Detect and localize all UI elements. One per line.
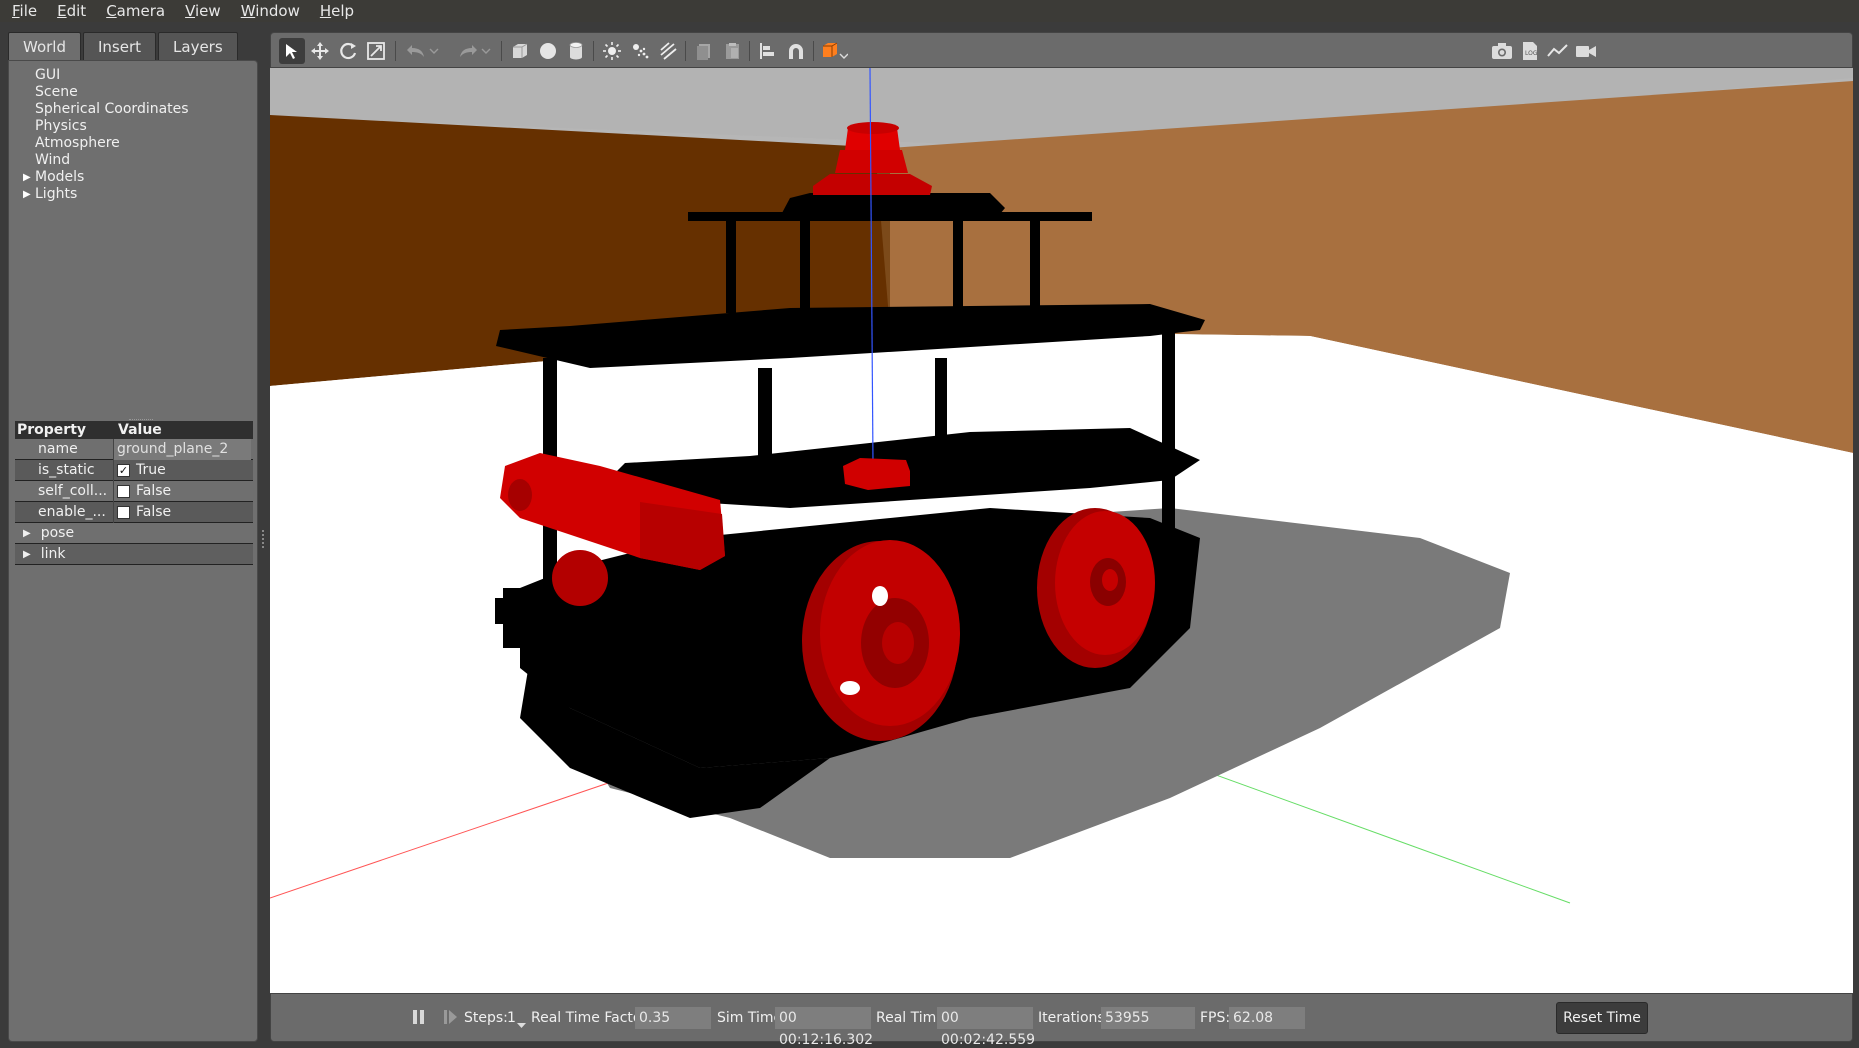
menu-bar: File Edit Camera View Window Help [0, 0, 1859, 22]
property-column-header: Property [17, 422, 87, 438]
tree-item-models[interactable]: ▶ Models [23, 169, 189, 186]
property-row-is-static: is_static ✓ True [15, 459, 253, 481]
translate-icon[interactable] [307, 38, 333, 64]
fps-label: FPS: [1200, 1010, 1231, 1026]
redo-dropdown-icon[interactable] [479, 38, 493, 64]
undo-icon[interactable] [403, 38, 429, 64]
pause-icon[interactable] [412, 1009, 426, 1029]
iterations-label: Iterations: [1038, 1010, 1110, 1026]
tree-item-gui[interactable]: GUI [23, 67, 189, 84]
property-group-pose[interactable]: ▶ pose [15, 523, 253, 544]
undo-dropdown-icon[interactable] [427, 38, 441, 64]
tree-item-scene[interactable]: Scene [23, 84, 189, 101]
rotate-icon[interactable] [335, 38, 361, 64]
toolbar: LOG [270, 32, 1853, 68]
scene-viewport[interactable] [270, 68, 1853, 993]
directional-light-icon[interactable] [655, 38, 681, 64]
tree-item-lights[interactable]: ▶ Lights [23, 186, 189, 203]
menu-help[interactable]: Help [320, 2, 354, 20]
tab-insert[interactable]: Insert [83, 32, 157, 60]
is-static-checkbox[interactable]: ✓ [117, 463, 130, 477]
sphere-icon[interactable] [535, 38, 561, 64]
plot-icon[interactable] [1545, 38, 1571, 64]
tab-world[interactable]: World [8, 32, 81, 60]
spot-light-icon[interactable] [627, 38, 653, 64]
real-time-value: 00 00:02:42.559 [937, 1007, 1035, 1048]
property-row-name: name ground_plane_2 [15, 438, 253, 460]
select-icon[interactable] [279, 38, 305, 64]
property-table: Property Value name ground_plane_2 is_st… [15, 421, 253, 565]
tree-item-atmosphere[interactable]: Atmosphere [23, 135, 189, 152]
point-light-icon[interactable] [599, 38, 625, 64]
property-row-enable-wind: enable_... False [15, 501, 253, 523]
reset-time-button[interactable]: Reset Time [1556, 1002, 1648, 1034]
paste-icon[interactable] [719, 38, 745, 64]
iterations-value: 53955 [1101, 1007, 1195, 1029]
log-icon[interactable]: LOG [1517, 38, 1543, 64]
panel-tabs: World Insert Layers [8, 32, 240, 60]
redo-icon[interactable] [455, 38, 481, 64]
tree-item-spherical-coordinates[interactable]: Spherical Coordinates [23, 101, 189, 118]
view-angle-icon[interactable] [819, 38, 849, 64]
name-field[interactable]: ground_plane_2 [114, 438, 251, 460]
world-tree: GUI Scene Spherical Coordinates Physics … [23, 67, 189, 203]
left-panel: World Insert Layers GUI Scene Spherical … [8, 32, 258, 1042]
snap-icon[interactable] [783, 38, 809, 64]
property-group-link[interactable]: ▶ link [15, 544, 253, 565]
real-time-factor-label: Real Time Factor: [531, 1010, 652, 1026]
cylinder-icon[interactable] [563, 38, 589, 64]
svg-text:LOG: LOG [1525, 50, 1538, 57]
screenshot-icon[interactable] [1489, 38, 1515, 64]
self-collide-checkbox[interactable] [117, 484, 130, 498]
menu-edit[interactable]: Edit [57, 2, 86, 20]
expand-arrow-icon: ▶ [23, 548, 31, 560]
steps-label: Steps: [464, 1010, 508, 1026]
video-icon[interactable] [1573, 38, 1599, 64]
fps-value: 62.08 [1229, 1007, 1305, 1029]
menu-window[interactable]: Window [241, 2, 300, 20]
imu-sensor [843, 458, 910, 490]
panel-resize-grip[interactable] [262, 530, 266, 548]
expand-arrow-icon[interactable]: ▶ [23, 186, 35, 203]
value-column-header: Value [118, 422, 162, 438]
expand-arrow-icon[interactable]: ▶ [23, 169, 35, 186]
simulation-status-bar: Steps: 1 Real Time Factor: 0.35 Sim Time… [270, 993, 1853, 1048]
tree-item-physics[interactable]: Physics [23, 118, 189, 135]
rear-wheel [552, 550, 608, 606]
menu-camera[interactable]: Camera [106, 2, 165, 20]
steps-value[interactable]: 1 [507, 1010, 516, 1026]
scene-render [270, 68, 1853, 993]
property-row-self-collide: self_coll... False [15, 480, 253, 502]
world-tree-panel: GUI Scene Spherical Coordinates Physics … [8, 60, 258, 1042]
enable-wind-checkbox[interactable] [117, 505, 130, 519]
align-icon[interactable] [755, 38, 781, 64]
steps-dropdown-icon[interactable] [517, 1014, 526, 1033]
expand-arrow-icon: ▶ [23, 527, 31, 539]
scale-icon[interactable] [363, 38, 389, 64]
sim-time-value: 00 00:12:16.302 [775, 1007, 873, 1048]
box-icon[interactable] [507, 38, 533, 64]
tree-item-wind[interactable]: Wind [23, 152, 189, 169]
real-time-factor-value: 0.35 [635, 1007, 711, 1029]
gazebo-window: File Edit Camera View Window Help World … [0, 0, 1859, 1048]
tab-layers[interactable]: Layers [158, 32, 238, 60]
step-icon[interactable] [443, 1009, 459, 1029]
property-table-header: Property Value [15, 421, 253, 439]
menu-file[interactable]: File [12, 2, 37, 20]
copy-icon[interactable] [691, 38, 717, 64]
menu-view[interactable]: View [185, 2, 221, 20]
